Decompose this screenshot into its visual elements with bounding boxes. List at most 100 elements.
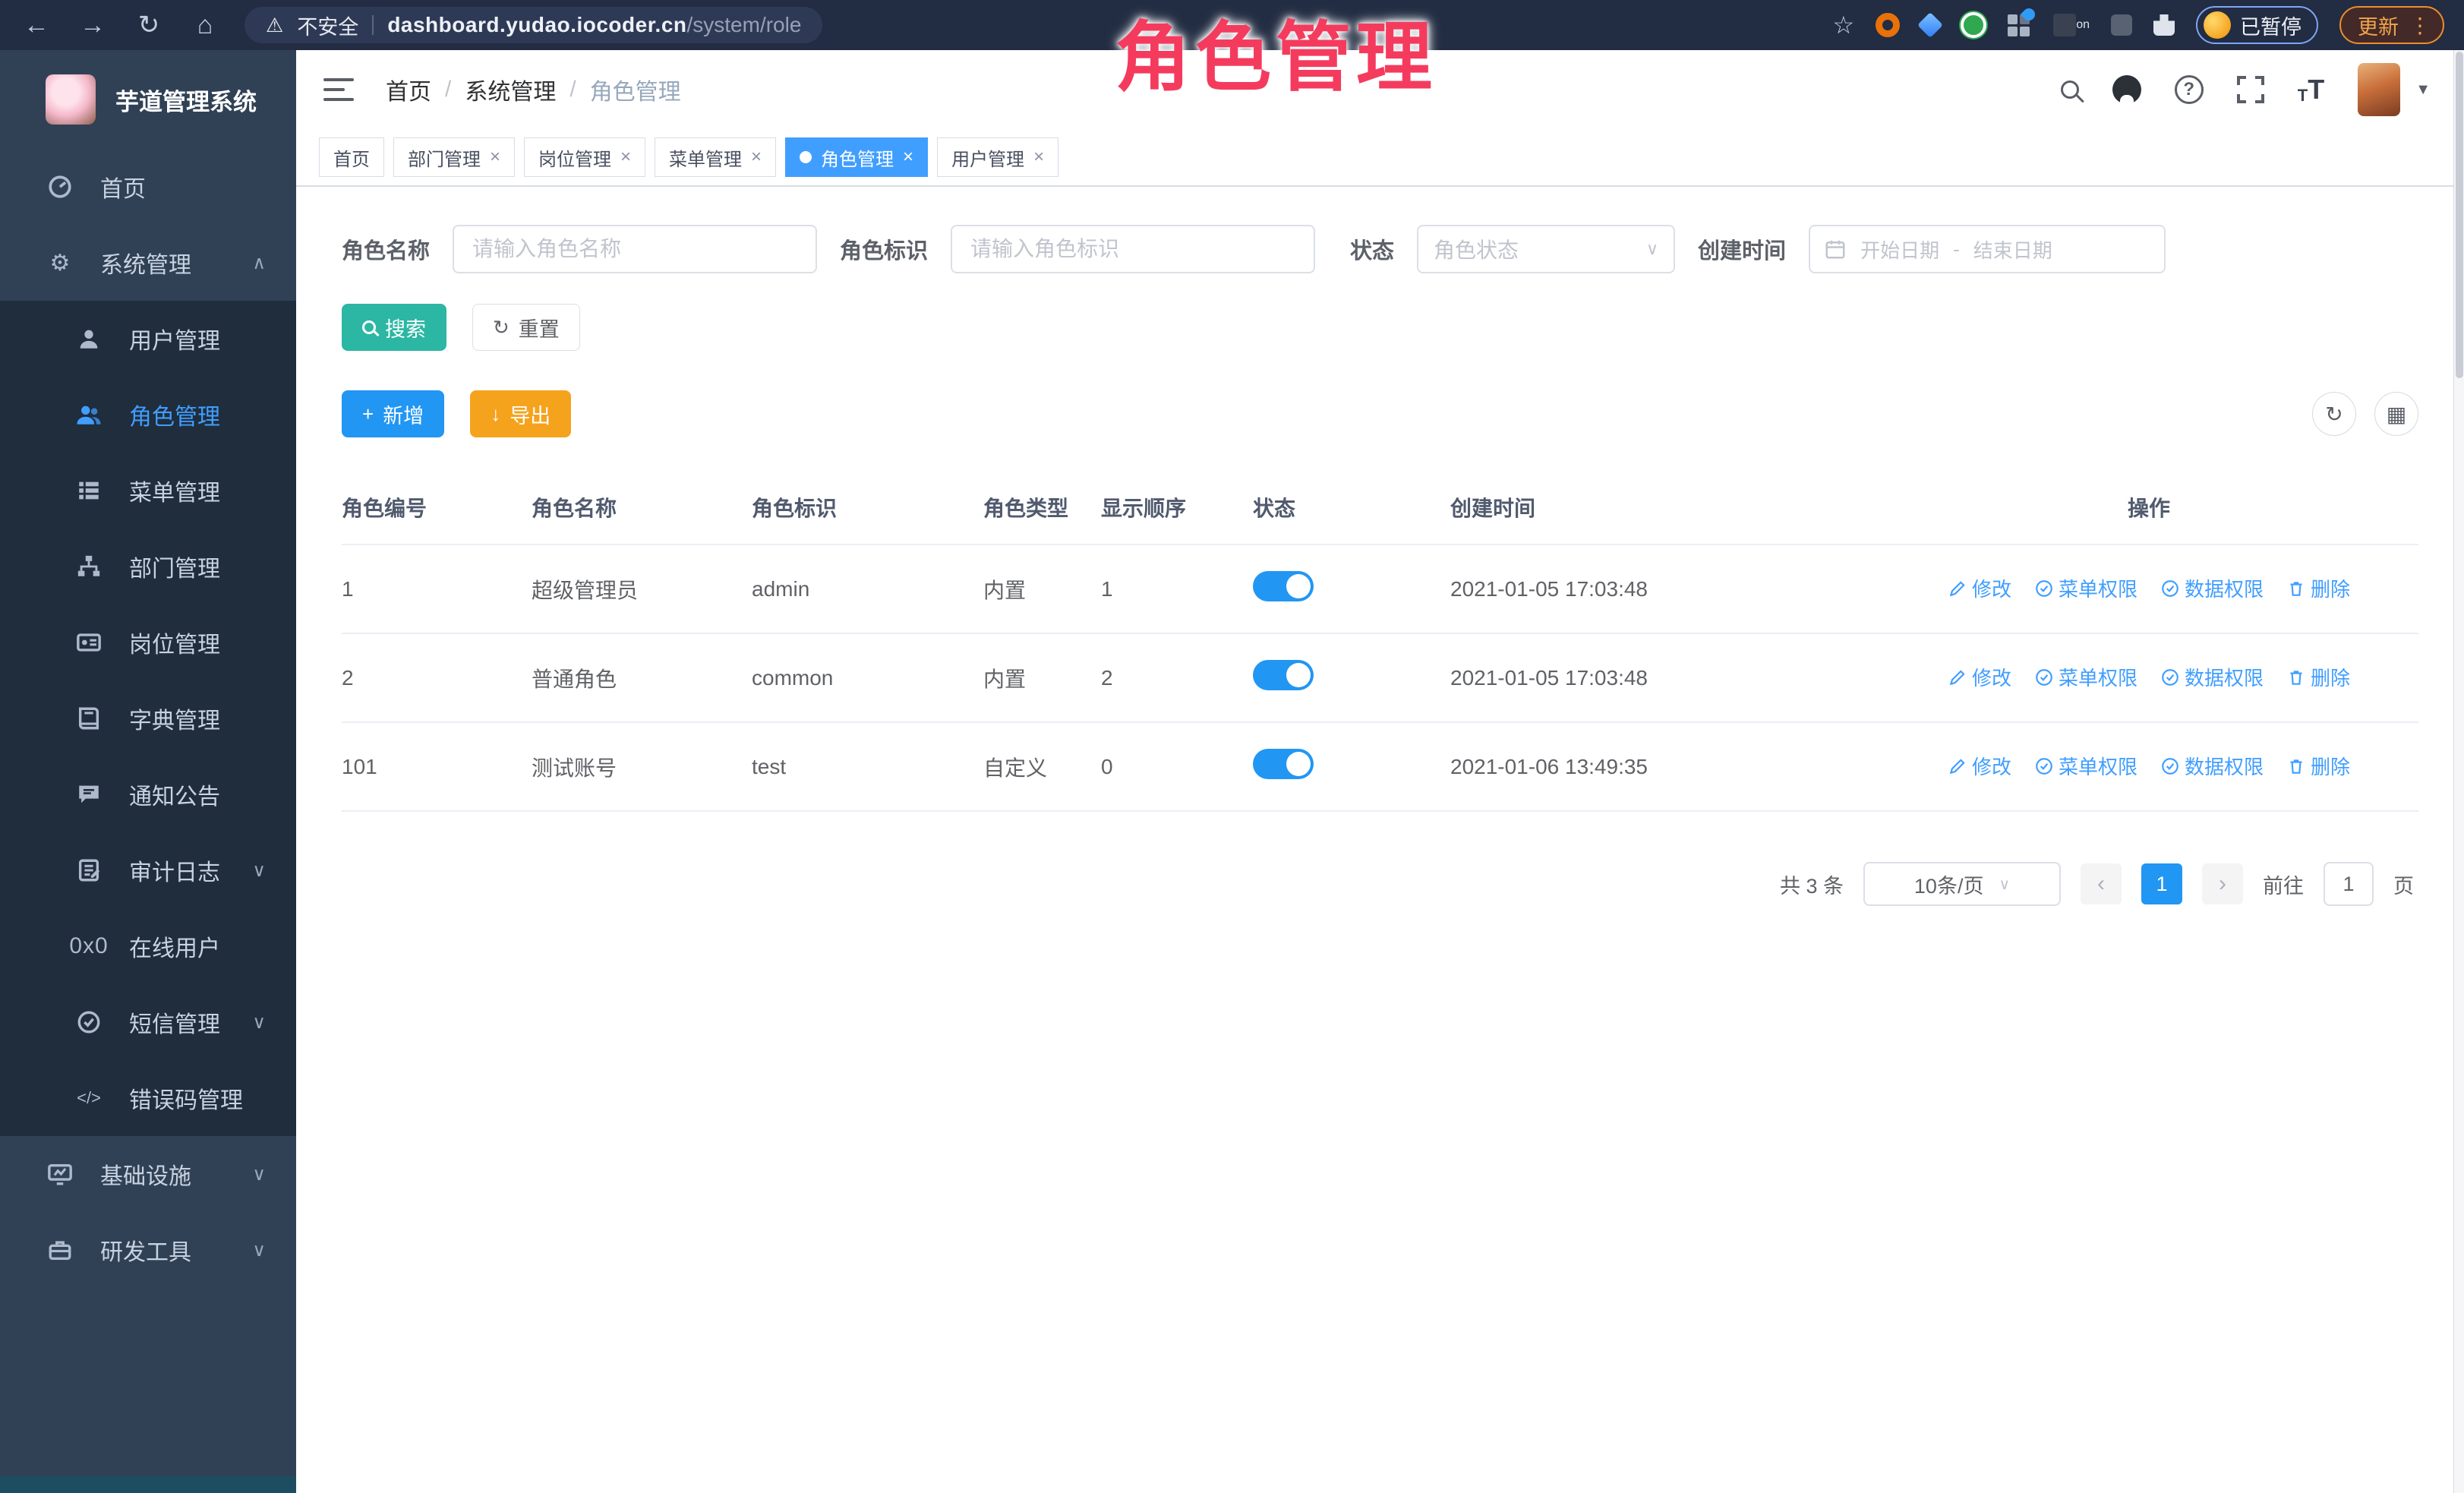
log-document-icon <box>74 857 103 883</box>
menu-permission-action-link[interactable]: 菜单权限 <box>2034 663 2137 691</box>
fullscreen-icon[interactable] <box>2237 76 2264 103</box>
tag-menus[interactable]: 菜单管理 × <box>655 137 776 177</box>
tag-users[interactable]: 用户管理 × <box>937 137 1058 177</box>
extension-icon-blue-gem[interactable] <box>1921 16 1939 34</box>
menu-permission-action-link[interactable]: 菜单权限 <box>2034 752 2137 780</box>
edit-action-link[interactable]: 修改 <box>1948 752 2011 780</box>
browser-home-button[interactable]: ⌂ <box>188 11 222 40</box>
prev-page-button[interactable]: ‹ <box>2081 863 2122 904</box>
bookmark-star-icon[interactable]: ☆ <box>1833 11 1855 39</box>
delete-action-link[interactable]: 删除 <box>2286 574 2350 602</box>
sidebar-item-posts[interactable]: 岗位管理 <box>0 604 296 680</box>
search-icon[interactable] <box>2061 80 2079 99</box>
browser-forward-button[interactable]: → <box>76 11 109 40</box>
browser-menu-kebab-icon[interactable]: ⋮ <box>2409 13 2431 38</box>
font-size-icon[interactable]: TT <box>2298 74 2324 106</box>
status-toggle[interactable] <box>1253 749 1314 779</box>
github-icon[interactable] <box>2112 75 2141 104</box>
data-permission-action-link[interactable]: 数据权限 <box>2160 663 2264 691</box>
search-button[interactable]: 搜索 <box>342 304 446 351</box>
sidebar-item-audit-log[interactable]: 审计日志 ∨ <box>0 832 296 908</box>
close-icon[interactable]: × <box>903 147 913 168</box>
current-page-button[interactable]: 1 <box>2141 863 2182 904</box>
sidebar-item-menus[interactable]: 菜单管理 <box>0 453 296 529</box>
sidebar-item-departments[interactable]: 部门管理 <box>0 529 296 604</box>
sidebar-item-dict[interactable]: 字典管理 <box>0 680 296 756</box>
sidebar-item-infrastructure[interactable]: 基础设施 ∨ <box>0 1136 296 1212</box>
avatar-caret-down-icon[interactable]: ▼ <box>2415 81 2431 99</box>
page-size-select[interactable]: 10条/页 ∨ <box>1863 862 2061 906</box>
user-avatar[interactable] <box>2358 63 2400 116</box>
delete-action-link[interactable]: 删除 <box>2286 752 2350 780</box>
sidebar-item-system[interactable]: ⚙ 系统管理 ∧ <box>0 225 296 301</box>
close-icon[interactable]: × <box>620 147 631 168</box>
extensions-puzzle-icon[interactable] <box>2153 14 2175 36</box>
profile-avatar-icon <box>2204 11 2231 39</box>
breadcrumb-system[interactable]: 系统管理 <box>465 73 556 106</box>
tag-posts[interactable]: 岗位管理 × <box>524 137 645 177</box>
status-select[interactable]: 角色状态 ∨ <box>1417 225 1675 273</box>
cell-role-id: 101 <box>342 722 532 811</box>
extension-icon-orange-ring[interactable] <box>1876 13 1900 37</box>
sidebar-item-notice[interactable]: 通知公告 <box>0 756 296 832</box>
sidebar-item-dev-tools[interactable]: 研发工具 ∨ <box>0 1212 296 1288</box>
table-row: 1 超级管理员 admin 内置 1 2021-01-05 17:03:48 修… <box>342 544 2418 633</box>
date-range-picker[interactable]: 开始日期 - 结束日期 <box>1809 225 2166 273</box>
browser-reload-button[interactable]: ↻ <box>132 10 166 40</box>
extension-icon-grid-drop[interactable] <box>2008 13 2032 37</box>
role-key-input[interactable] <box>951 225 1315 273</box>
role-name-input[interactable] <box>453 225 817 273</box>
sidebar-item-label: 研发工具 <box>100 1233 191 1267</box>
col-header-role-id: 角色编号 <box>342 469 532 544</box>
data-permission-action-link[interactable]: 数据权限 <box>2160 752 2264 780</box>
data-permission-action-link[interactable]: 数据权限 <box>2160 574 2264 602</box>
goto-page-input[interactable]: 1 <box>2324 862 2374 906</box>
app-logo-row[interactable]: 芋道管理系统 <box>0 50 296 149</box>
add-button[interactable]: + 新增 <box>342 390 444 437</box>
sidebar-item-online-users[interactable]: 0x0 在线用户 <box>0 908 296 984</box>
help-icon[interactable]: ? <box>2175 75 2204 104</box>
sidebar-item-users[interactable]: 用户管理 <box>0 301 296 377</box>
extension-icon-green-circle[interactable] <box>1961 12 1986 38</box>
breadcrumb-home[interactable]: 首页 <box>386 73 431 106</box>
menu-permission-action-link[interactable]: 菜单权限 <box>2034 574 2137 602</box>
close-icon[interactable]: × <box>751 147 762 168</box>
column-settings-button[interactable]: ▦ <box>2374 392 2418 436</box>
table-header-row: 角色编号 角色名称 角色标识 角色类型 显示顺序 状态 创建时间 操作 <box>342 469 2418 544</box>
data-permission-label: 数据权限 <box>2185 752 2264 780</box>
refresh-table-button[interactable]: ↻ <box>2312 392 2356 436</box>
cell-create-time: 2021-01-06 13:49:35 <box>1450 722 1879 811</box>
sidebar-collapse-icon[interactable] <box>323 78 354 101</box>
scrollbar-thumb[interactable] <box>2456 52 2463 378</box>
extension-icon-dark-on[interactable]: on <box>2053 14 2090 36</box>
tag-home[interactable]: 首页 <box>319 137 384 177</box>
cell-role-type: 内置 <box>983 633 1101 722</box>
export-button[interactable]: ↓ 导出 <box>470 390 571 437</box>
status-toggle[interactable] <box>1253 660 1314 690</box>
range-separator: - <box>1953 238 1960 261</box>
sidebar-item-home[interactable]: 首页 <box>0 149 296 225</box>
sidebar-item-label: 系统管理 <box>100 246 191 279</box>
sidebar-item-error-codes[interactable]: </> 错误码管理 <box>0 1060 296 1136</box>
close-icon[interactable]: × <box>1033 147 1044 168</box>
sidebar-item-roles[interactable]: 角色管理 <box>0 377 296 453</box>
address-bar[interactable]: ⚠ 不安全 dashboard.yudao.iocoder.cn/system/… <box>245 7 822 43</box>
tag-roles-active[interactable]: 角色管理 × <box>785 137 928 177</box>
extension-icon-gray-dot[interactable] <box>2111 14 2132 36</box>
menu-permission-label: 菜单权限 <box>2059 663 2137 691</box>
delete-action-link[interactable]: 删除 <box>2286 663 2350 691</box>
page-scrollbar[interactable] <box>2453 50 2464 1493</box>
sidebar-item-sms[interactable]: 短信管理 ∨ <box>0 984 296 1060</box>
browser-update-button[interactable]: 更新 ⋮ <box>2339 6 2444 44</box>
reset-button[interactable]: ↻ 重置 <box>472 304 580 351</box>
tag-departments[interactable]: 部门管理 × <box>393 137 515 177</box>
edit-action-link[interactable]: 修改 <box>1948 574 2011 602</box>
profile-paused-chip[interactable]: 已暂停 <box>2196 6 2318 44</box>
close-icon[interactable]: × <box>490 147 500 168</box>
status-toggle[interactable] <box>1253 571 1314 601</box>
edit-action-link[interactable]: 修改 <box>1948 663 2011 691</box>
monitor-icon <box>46 1161 74 1187</box>
tag-label: 首页 <box>333 144 370 171</box>
next-page-button[interactable]: › <box>2202 863 2243 904</box>
browser-back-button[interactable]: ← <box>20 11 53 40</box>
